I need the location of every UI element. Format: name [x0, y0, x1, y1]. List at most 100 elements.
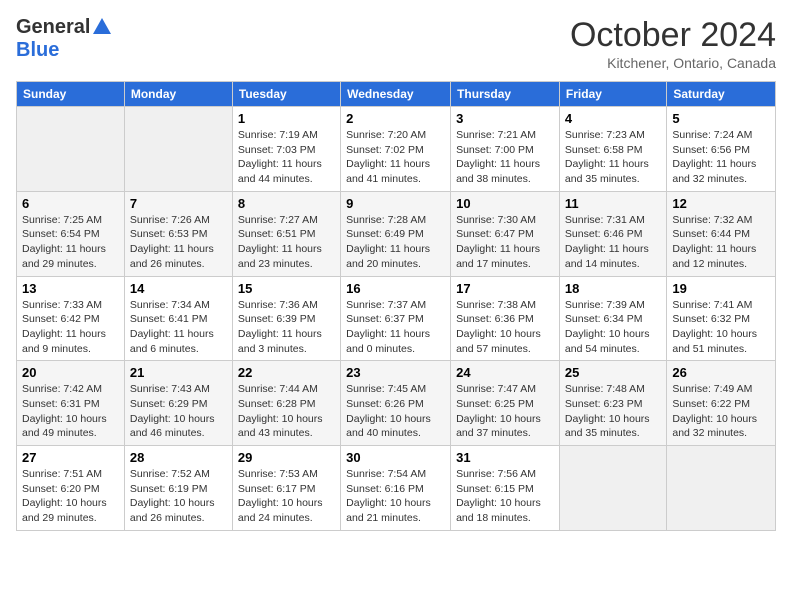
calendar-cell: 2 Sunrise: 7:20 AM Sunset: 7:02 PM Dayli… — [341, 107, 451, 192]
daylight-text: Daylight: 10 hours and 37 minutes. — [456, 412, 554, 441]
daylight-text: Daylight: 11 hours and 32 minutes. — [672, 157, 770, 186]
sunrise-text: Sunrise: 7:52 AM — [130, 467, 227, 482]
calendar-cell: 3 Sunrise: 7:21 AM Sunset: 7:00 PM Dayli… — [451, 107, 560, 192]
sunrise-text: Sunrise: 7:27 AM — [238, 213, 335, 228]
sunrise-text: Sunrise: 7:23 AM — [565, 128, 661, 143]
sunset-text: Sunset: 6:22 PM — [672, 397, 770, 412]
sunset-text: Sunset: 6:25 PM — [456, 397, 554, 412]
calendar-cell — [124, 107, 232, 192]
day-number: 25 — [565, 365, 661, 380]
title-block: October 2024 Kitchener, Ontario, Canada — [570, 16, 776, 71]
location: Kitchener, Ontario, Canada — [570, 55, 776, 71]
calendar-cell: 13 Sunrise: 7:33 AM Sunset: 6:42 PM Dayl… — [17, 276, 125, 361]
sunrise-text: Sunrise: 7:37 AM — [346, 298, 445, 313]
calendar-cell: 25 Sunrise: 7:48 AM Sunset: 6:23 PM Dayl… — [559, 361, 666, 446]
calendar-cell: 19 Sunrise: 7:41 AM Sunset: 6:32 PM Dayl… — [667, 276, 776, 361]
sunrise-text: Sunrise: 7:30 AM — [456, 213, 554, 228]
sunset-text: Sunset: 6:19 PM — [130, 482, 227, 497]
day-number: 30 — [346, 450, 445, 465]
sunrise-text: Sunrise: 7:28 AM — [346, 213, 445, 228]
day-number: 17 — [456, 281, 554, 296]
daylight-text: Daylight: 11 hours and 20 minutes. — [346, 242, 445, 271]
sunrise-text: Sunrise: 7:26 AM — [130, 213, 227, 228]
day-number: 14 — [130, 281, 227, 296]
sunset-text: Sunset: 6:37 PM — [346, 312, 445, 327]
calendar-cell: 4 Sunrise: 7:23 AM Sunset: 6:58 PM Dayli… — [559, 107, 666, 192]
day-number: 9 — [346, 196, 445, 211]
calendar-cell: 6 Sunrise: 7:25 AM Sunset: 6:54 PM Dayli… — [17, 191, 125, 276]
calendar-cell: 29 Sunrise: 7:53 AM Sunset: 6:17 PM Dayl… — [232, 446, 340, 531]
daylight-text: Daylight: 10 hours and 29 minutes. — [22, 496, 119, 525]
daylight-text: Daylight: 10 hours and 35 minutes. — [565, 412, 661, 441]
day-number: 5 — [672, 111, 770, 126]
calendar-cell: 9 Sunrise: 7:28 AM Sunset: 6:49 PM Dayli… — [341, 191, 451, 276]
calendar-cell: 8 Sunrise: 7:27 AM Sunset: 6:51 PM Dayli… — [232, 191, 340, 276]
calendar-table: Sunday Monday Tuesday Wednesday Thursday… — [16, 81, 776, 531]
daylight-text: Daylight: 11 hours and 12 minutes. — [672, 242, 770, 271]
sunset-text: Sunset: 6:56 PM — [672, 143, 770, 158]
sunset-text: Sunset: 6:53 PM — [130, 227, 227, 242]
day-number: 2 — [346, 111, 445, 126]
sunset-text: Sunset: 6:20 PM — [22, 482, 119, 497]
sunset-text: Sunset: 6:54 PM — [22, 227, 119, 242]
day-number: 8 — [238, 196, 335, 211]
logo-triangle-icon — [93, 18, 111, 39]
day-number: 16 — [346, 281, 445, 296]
header-wednesday: Wednesday — [341, 82, 451, 107]
calendar-cell: 31 Sunrise: 7:56 AM Sunset: 6:15 PM Dayl… — [451, 446, 560, 531]
sunrise-text: Sunrise: 7:53 AM — [238, 467, 335, 482]
sunrise-text: Sunrise: 7:54 AM — [346, 467, 445, 482]
sunset-text: Sunset: 6:31 PM — [22, 397, 119, 412]
daylight-text: Daylight: 10 hours and 57 minutes. — [456, 327, 554, 356]
sunset-text: Sunset: 6:26 PM — [346, 397, 445, 412]
calendar-week-3: 13 Sunrise: 7:33 AM Sunset: 6:42 PM Dayl… — [17, 276, 776, 361]
calendar-cell: 30 Sunrise: 7:54 AM Sunset: 6:16 PM Dayl… — [341, 446, 451, 531]
day-number: 19 — [672, 281, 770, 296]
calendar-cell: 7 Sunrise: 7:26 AM Sunset: 6:53 PM Dayli… — [124, 191, 232, 276]
calendar-cell: 5 Sunrise: 7:24 AM Sunset: 6:56 PM Dayli… — [667, 107, 776, 192]
daylight-text: Daylight: 10 hours and 51 minutes. — [672, 327, 770, 356]
day-number: 22 — [238, 365, 335, 380]
sunrise-text: Sunrise: 7:39 AM — [565, 298, 661, 313]
daylight-text: Daylight: 10 hours and 40 minutes. — [346, 412, 445, 441]
sunset-text: Sunset: 6:39 PM — [238, 312, 335, 327]
sunrise-text: Sunrise: 7:32 AM — [672, 213, 770, 228]
sunset-text: Sunset: 7:00 PM — [456, 143, 554, 158]
daylight-text: Daylight: 11 hours and 14 minutes. — [565, 242, 661, 271]
sunrise-text: Sunrise: 7:38 AM — [456, 298, 554, 313]
daylight-text: Daylight: 11 hours and 17 minutes. — [456, 242, 554, 271]
daylight-text: Daylight: 11 hours and 38 minutes. — [456, 157, 554, 186]
daylight-text: Daylight: 11 hours and 44 minutes. — [238, 157, 335, 186]
calendar-cell: 26 Sunrise: 7:49 AM Sunset: 6:22 PM Dayl… — [667, 361, 776, 446]
sunset-text: Sunset: 6:15 PM — [456, 482, 554, 497]
sunset-text: Sunset: 6:44 PM — [672, 227, 770, 242]
calendar-cell — [559, 446, 666, 531]
sunset-text: Sunset: 6:32 PM — [672, 312, 770, 327]
daylight-text: Daylight: 10 hours and 46 minutes. — [130, 412, 227, 441]
sunrise-text: Sunrise: 7:34 AM — [130, 298, 227, 313]
daylight-text: Daylight: 11 hours and 41 minutes. — [346, 157, 445, 186]
daylight-text: Daylight: 10 hours and 26 minutes. — [130, 496, 227, 525]
daylight-text: Daylight: 10 hours and 32 minutes. — [672, 412, 770, 441]
header-sunday: Sunday — [17, 82, 125, 107]
calendar-cell: 11 Sunrise: 7:31 AM Sunset: 6:46 PM Dayl… — [559, 191, 666, 276]
daylight-text: Daylight: 11 hours and 3 minutes. — [238, 327, 335, 356]
sunset-text: Sunset: 6:34 PM — [565, 312, 661, 327]
daylight-text: Daylight: 11 hours and 6 minutes. — [130, 327, 227, 356]
calendar-cell: 18 Sunrise: 7:39 AM Sunset: 6:34 PM Dayl… — [559, 276, 666, 361]
daylight-text: Daylight: 11 hours and 35 minutes. — [565, 157, 661, 186]
day-number: 12 — [672, 196, 770, 211]
calendar-cell: 10 Sunrise: 7:30 AM Sunset: 6:47 PM Dayl… — [451, 191, 560, 276]
sunrise-text: Sunrise: 7:49 AM — [672, 382, 770, 397]
day-number: 26 — [672, 365, 770, 380]
daylight-text: Daylight: 10 hours and 24 minutes. — [238, 496, 335, 525]
daylight-text: Daylight: 11 hours and 26 minutes. — [130, 242, 227, 271]
sunset-text: Sunset: 6:28 PM — [238, 397, 335, 412]
sunrise-text: Sunrise: 7:19 AM — [238, 128, 335, 143]
sunset-text: Sunset: 7:03 PM — [238, 143, 335, 158]
sunrise-text: Sunrise: 7:33 AM — [22, 298, 119, 313]
sunrise-text: Sunrise: 7:44 AM — [238, 382, 335, 397]
daylight-text: Daylight: 10 hours and 43 minutes. — [238, 412, 335, 441]
day-number: 10 — [456, 196, 554, 211]
calendar-week-2: 6 Sunrise: 7:25 AM Sunset: 6:54 PM Dayli… — [17, 191, 776, 276]
